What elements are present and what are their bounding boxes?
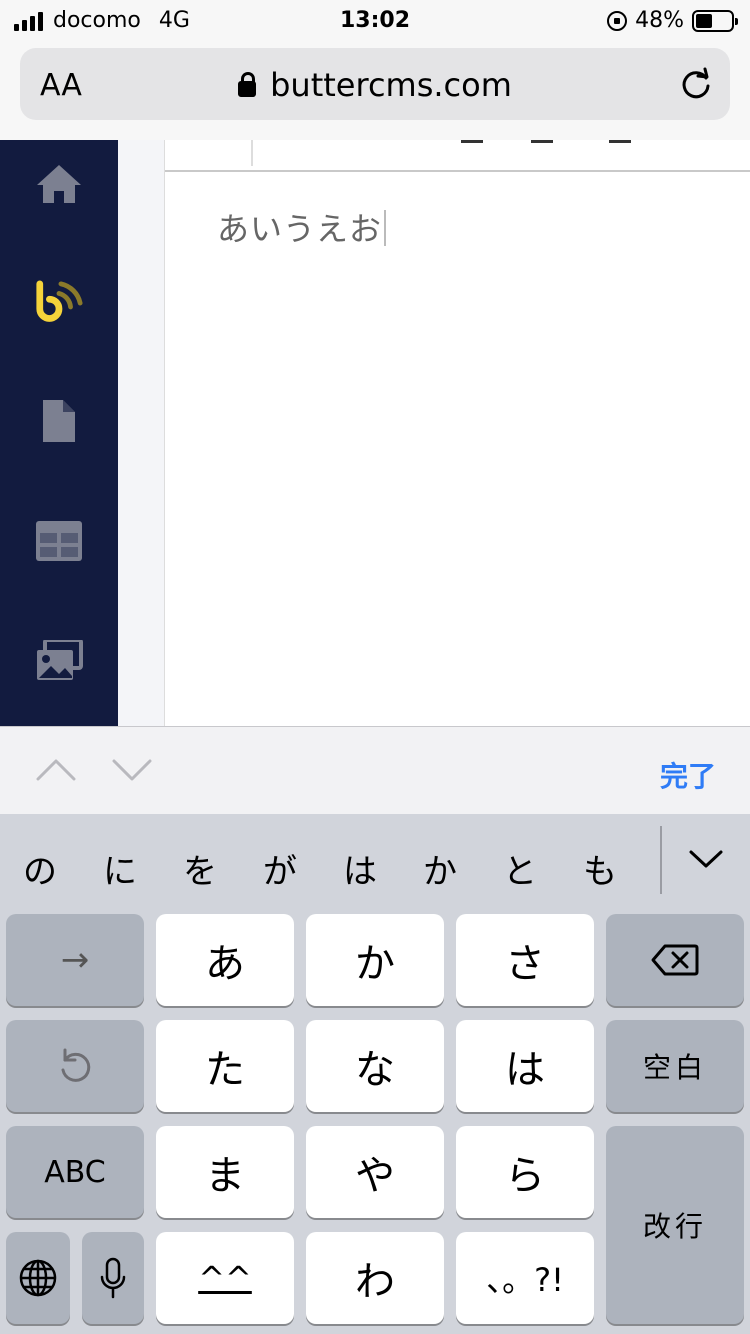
globe-icon	[19, 1259, 57, 1297]
status-right: 48%	[607, 8, 738, 33]
text-caret	[384, 210, 387, 246]
web-page: あいうえお	[0, 140, 750, 726]
home-icon	[37, 165, 81, 203]
key-label: わ	[355, 1259, 395, 1305]
key-label: や	[355, 1153, 395, 1199]
candidate-word[interactable]: を	[175, 844, 225, 893]
sidebar-item-pages[interactable]	[34, 396, 84, 446]
undo-key[interactable]	[6, 1020, 144, 1112]
previous-field-icon[interactable]	[36, 755, 76, 785]
candidate-word[interactable]: の	[15, 844, 65, 893]
key-ma[interactable]: ま	[156, 1126, 294, 1218]
key-label: は	[505, 1047, 545, 1093]
candidate-word[interactable]: に	[95, 844, 145, 893]
space-key[interactable]: 空白	[606, 1020, 744, 1112]
sidebar-item-blog[interactable]	[34, 280, 84, 330]
sidebar-item-collections[interactable]	[34, 516, 84, 566]
key-ra[interactable]: ら	[456, 1126, 594, 1218]
flick-keyboard: → あ か さ た な は 空白 ABC ま や ら 改行 ^^ わ 、。?!	[0, 912, 750, 1334]
url-display[interactable]: buttercms.com	[20, 66, 730, 104]
browser-chrome: AA buttercms.com	[0, 40, 750, 140]
key-ya[interactable]: や	[306, 1126, 444, 1218]
media-icon	[37, 640, 83, 680]
battery-percent: 48%	[635, 8, 684, 33]
editor-text[interactable]: あいうえお	[217, 204, 387, 250]
rotation-lock-icon	[607, 10, 628, 31]
battery-fill	[696, 13, 713, 28]
dictation-key[interactable]	[82, 1232, 144, 1324]
content-editor[interactable]: あいうえお	[164, 140, 750, 726]
key-a[interactable]: あ	[156, 914, 294, 1006]
candidate-bar: の に を が は か と も	[0, 814, 750, 912]
editor-toolbar	[165, 140, 750, 172]
key-ta[interactable]: た	[156, 1020, 294, 1112]
abc-key[interactable]: ABC	[6, 1126, 144, 1218]
key-label: 、。?!	[486, 1261, 564, 1299]
sidebar-item-home[interactable]	[34, 160, 84, 210]
abc-label: ABC	[44, 1154, 106, 1190]
toolbar-button[interactable]	[461, 140, 483, 143]
key-label: さ	[505, 941, 545, 987]
sidebar-item-media[interactable]	[34, 636, 84, 686]
key-na[interactable]: な	[306, 1020, 444, 1112]
chevron-down-icon[interactable]	[688, 844, 724, 874]
return-key[interactable]: 改行	[606, 1126, 744, 1324]
key-label: か	[355, 941, 395, 987]
backspace-key[interactable]	[606, 914, 744, 1006]
key-sa[interactable]: さ	[456, 914, 594, 1006]
candidate-word[interactable]: は	[335, 844, 385, 893]
space-label: 空白	[642, 1051, 707, 1084]
next-arrow-icon: →	[60, 940, 90, 980]
key-label: な	[355, 1047, 395, 1093]
key-ha[interactable]: は	[456, 1020, 594, 1112]
sidebar	[0, 140, 118, 726]
key-label: ら	[505, 1153, 545, 1199]
key-punctuation[interactable]: 、。?!	[456, 1232, 594, 1324]
next-candidate-key[interactable]: →	[6, 914, 144, 1006]
status-bar: docomo 4G 13:02 48%	[0, 0, 750, 40]
backspace-icon	[651, 944, 699, 976]
editor-content: あいうえお	[217, 210, 383, 248]
phone-screen: docomo 4G 13:02 48% AA buttercms.com あいう…	[0, 0, 750, 1334]
undo-icon	[61, 1048, 91, 1082]
key-ka[interactable]: か	[306, 914, 444, 1006]
key-emoticon[interactable]: ^^	[156, 1232, 294, 1324]
key-label: ^^	[198, 1259, 252, 1297]
candidate-divider	[660, 826, 662, 894]
reload-icon[interactable]	[678, 66, 714, 102]
key-label: た	[205, 1047, 245, 1093]
done-button[interactable]: 完了	[660, 755, 716, 795]
page-icon	[43, 400, 75, 442]
candidate-word[interactable]: と	[495, 844, 545, 893]
candidate-word[interactable]: が	[255, 844, 305, 893]
toolbar-button[interactable]	[531, 140, 553, 143]
lock-icon	[238, 72, 257, 97]
butter-logo-icon	[36, 280, 83, 322]
candidate-word[interactable]: も	[575, 844, 625, 893]
globe-key[interactable]	[6, 1232, 70, 1324]
candidate-word[interactable]: か	[415, 844, 465, 893]
microphone-icon	[100, 1257, 126, 1299]
collections-icon	[36, 521, 82, 561]
address-bar[interactable]: AA buttercms.com	[20, 48, 730, 120]
url-text: buttercms.com	[270, 66, 512, 104]
next-field-icon[interactable]	[112, 755, 152, 785]
input-accessory-bar: 完了	[0, 726, 750, 814]
key-wa[interactable]: わ	[306, 1232, 444, 1324]
toolbar-button[interactable]	[609, 140, 631, 143]
key-label: ま	[205, 1153, 245, 1199]
toolbar-divider	[251, 140, 253, 166]
key-label: あ	[205, 941, 245, 987]
return-label: 改行	[642, 1210, 707, 1243]
battery-icon	[692, 9, 738, 32]
